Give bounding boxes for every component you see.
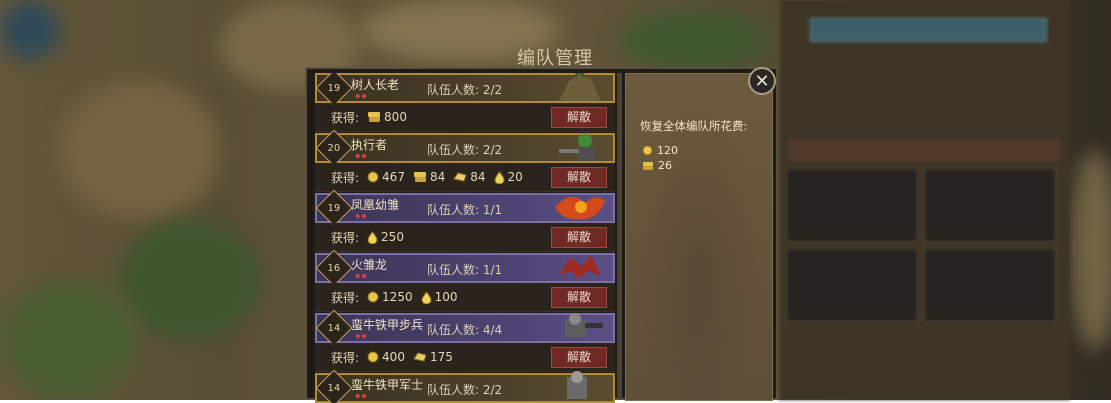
reward-row: 获得: 250 解散 xyxy=(315,223,615,252)
level-badge: 14 xyxy=(315,369,353,403)
team-count: 队伍人数: 1/1 xyxy=(427,263,503,277)
formation-unit[interactable]: 19 凤凰幼雏 ◆◆ 队伍人数: 1/1 xyxy=(315,189,615,227)
wood-icon xyxy=(643,161,653,170)
disband-button[interactable]: 解散 xyxy=(551,107,607,128)
formation-unit[interactable]: 20 执行者 ◆◆ 队伍人数: 2/2 xyxy=(315,129,615,167)
ore-icon xyxy=(453,172,467,182)
close-button[interactable]: ✕ xyxy=(748,67,776,95)
restore-cost-gold: 120 xyxy=(642,144,678,157)
level-badge: 20 xyxy=(315,129,353,167)
formation-unit[interactable]: 14 蛮牛铁甲步兵 ◆◆ 队伍人数: 4/4 xyxy=(315,309,615,347)
unit-portrait xyxy=(551,131,607,163)
reward-item: 250 xyxy=(367,230,404,244)
close-icon: ✕ xyxy=(754,70,770,92)
rank-gems-icon: ◆◆ xyxy=(355,332,368,340)
formation-unit[interactable]: 14 蛮牛铁甲军士 ◆◆ 队伍人数: 2/2 xyxy=(315,369,615,403)
rank-gems-icon: ◆◆ xyxy=(355,392,368,400)
reward-row: 获得: 467 84 84 20 解散 xyxy=(315,163,615,192)
rank-gems-icon: ◆◆ xyxy=(355,272,368,280)
restore-panel: 恢复全体编队所花费: 120 26 xyxy=(625,73,773,401)
reward-label: 获得: xyxy=(331,290,360,305)
wood-icon xyxy=(413,172,426,182)
restore-cost-wood: 26 xyxy=(642,159,672,172)
reward-item: 100 xyxy=(421,290,458,304)
unit-name: 蛮牛铁甲步兵 xyxy=(351,318,424,332)
reward-item: 400 xyxy=(367,350,405,364)
gold-coin-icon xyxy=(642,145,653,156)
rank-gems-icon: ◆◆ xyxy=(355,212,368,220)
formation-unit[interactable]: 19 树人长老 ◆◆ 队伍人数: 2/2 xyxy=(315,73,615,107)
reward-row: 获得: 400 175 解散 xyxy=(315,343,615,372)
formation-unit[interactable]: 16 火雏龙 ◆◆ 队伍人数: 1/1 xyxy=(315,249,615,287)
gem-icon xyxy=(494,170,505,184)
unit-name: 凤凰幼雏 xyxy=(351,198,400,212)
formation-list: 19 树人长老 ◆◆ 队伍人数: 2/2 获得: 800 解散 20 执行者 ◆◆ 队… xyxy=(315,73,615,403)
unit-portrait xyxy=(551,311,607,343)
unit-portrait xyxy=(551,191,607,223)
reward-label: 获得: xyxy=(331,170,360,185)
unit-name: 蛮牛铁甲军士 xyxy=(351,378,424,392)
reward-item: 175 xyxy=(413,350,453,364)
reward-item: 467 xyxy=(367,170,405,184)
disband-button[interactable]: 解散 xyxy=(551,347,607,368)
unit-portrait xyxy=(551,251,607,283)
team-count: 队伍人数: 2/2 xyxy=(427,383,503,397)
team-count: 队伍人数: 2/2 xyxy=(427,143,503,157)
wood-icon xyxy=(368,112,381,122)
ore-icon xyxy=(413,352,427,362)
level-badge: 19 xyxy=(315,189,353,227)
level-badge: 16 xyxy=(315,249,353,287)
disband-button[interactable]: 解散 xyxy=(551,227,607,248)
level-badge: 14 xyxy=(315,309,353,347)
reward-label: 获得: xyxy=(331,110,360,125)
reward-item: 800 xyxy=(367,110,407,124)
rank-gems-icon: ◆◆ xyxy=(355,92,368,100)
restore-cost-title: 恢复全体编队所花费: xyxy=(640,119,748,133)
scrollbar[interactable] xyxy=(617,73,622,398)
level-badge: 19 xyxy=(315,73,353,107)
gem-icon xyxy=(367,230,378,244)
gold-coin-icon xyxy=(367,291,379,303)
unit-portrait xyxy=(551,73,607,103)
unit-name: 树人长老 xyxy=(351,78,400,92)
gold-coin-icon xyxy=(367,351,379,363)
disband-button[interactable]: 解散 xyxy=(551,287,607,308)
team-count: 队伍人数: 1/1 xyxy=(427,203,503,217)
formation-dialog: 19 树人长老 ◆◆ 队伍人数: 2/2 获得: 800 解散 20 执行者 ◆◆ 队… xyxy=(305,67,778,403)
reward-row: 获得: 1250 100 解散 xyxy=(315,283,615,312)
reward-row: 获得: 800 解散 xyxy=(315,103,615,132)
unit-name: 执行者 xyxy=(351,138,388,152)
reward-label: 获得: xyxy=(331,230,360,245)
team-count: 队伍人数: 2/2 xyxy=(427,83,503,97)
gem-icon xyxy=(421,290,432,304)
unit-name: 火雏龙 xyxy=(351,258,388,272)
disband-button[interactable]: 解散 xyxy=(551,167,607,188)
reward-item: 20 xyxy=(494,170,523,184)
reward-item: 1250 xyxy=(367,290,413,304)
reward-label: 获得: xyxy=(331,350,360,365)
team-count: 队伍人数: 4/4 xyxy=(427,323,503,337)
unit-portrait xyxy=(551,371,607,403)
rank-gems-icon: ◆◆ xyxy=(355,152,368,160)
gold-coin-icon xyxy=(367,171,379,183)
reward-item: 84 xyxy=(413,170,445,184)
background-panel xyxy=(778,0,1070,400)
reward-item: 84 xyxy=(453,170,486,184)
